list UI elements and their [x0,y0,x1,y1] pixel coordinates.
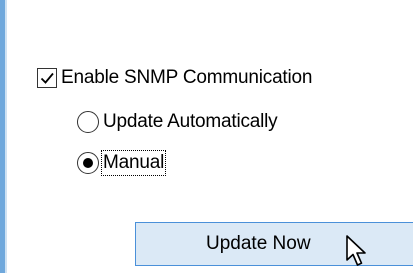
update-now-label: Update Now [206,233,311,254]
update-automatically-radio[interactable] [77,111,99,133]
panel-left-border-inner [5,0,7,273]
enable-snmp-checkbox[interactable] [37,68,57,88]
manual-row[interactable]: Manual [77,150,167,176]
update-automatically-row[interactable]: Update Automatically [77,111,278,133]
enable-snmp-label: Enable SNMP Communication [61,67,313,88]
update-automatically-label: Update Automatically [103,111,278,132]
radio-selected-dot [83,158,93,168]
update-now-button[interactable]: Update Now [135,222,413,266]
manual-radio[interactable] [77,152,99,174]
manual-label: Manual [100,150,167,176]
enable-snmp-row[interactable]: Enable SNMP Communication [37,67,312,89]
mouse-pointer-icon [346,235,366,266]
checkmark-icon [40,72,54,84]
